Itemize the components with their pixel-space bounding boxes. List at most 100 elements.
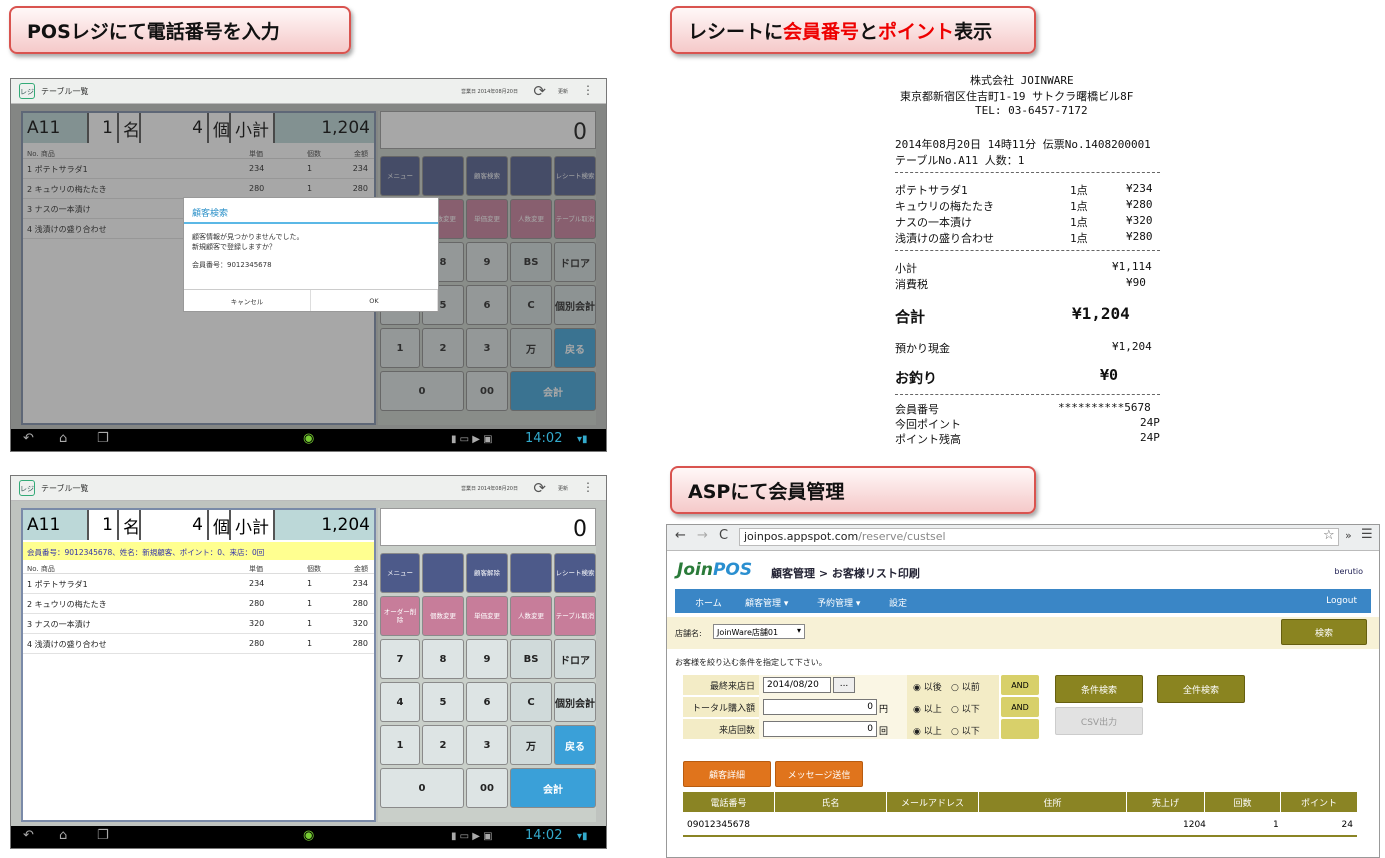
key-2[interactable]: 2 xyxy=(422,725,464,765)
launcher-icon[interactable]: ◉ xyxy=(303,828,314,843)
search-button[interactable]: 検索 xyxy=(1281,619,1367,645)
csv-export-button[interactable]: CSV出力 xyxy=(1055,707,1143,735)
table-row[interactable]: 1 ポテトサラダ1 234 1 234 xyxy=(23,574,374,594)
amount-display: 0 xyxy=(380,508,596,546)
table-cancel-button[interactable]: テーブル取消 xyxy=(554,596,596,636)
key-5[interactable]: 5 xyxy=(422,682,464,722)
cancel-button[interactable]: キャンセル xyxy=(184,290,311,311)
back-icon[interactable]: ↶ xyxy=(23,431,34,446)
blank-key[interactable] xyxy=(422,553,464,593)
recent-apps-icon[interactable]: ❐ xyxy=(97,431,109,446)
menu-icon[interactable]: ⋮ xyxy=(582,480,594,494)
joinpos-logo[interactable]: JoinPOS xyxy=(677,560,752,580)
nav-home[interactable]: ホーム xyxy=(695,596,722,609)
key-9[interactable]: 9 xyxy=(466,639,508,679)
cell-sales: 1204 xyxy=(1183,820,1206,830)
reload-icon[interactable]: C xyxy=(719,528,728,543)
clear-key[interactable]: C xyxy=(510,682,552,722)
visit-count-input[interactable]: 0 xyxy=(763,721,877,737)
radio-below[interactable]: ○ 以下 xyxy=(951,702,980,715)
table-row[interactable]: 2 キュウリの梅たたき 280 1 280 xyxy=(23,594,374,614)
refresh-icon[interactable]: ⟳ xyxy=(533,82,546,100)
qty-change-button[interactable]: 個数変更 xyxy=(422,596,464,636)
key-4[interactable]: 4 xyxy=(380,682,420,722)
key-0[interactable]: 0 xyxy=(380,768,464,808)
radio-after[interactable]: ◉ 以後 xyxy=(913,680,942,693)
customer-detail-button[interactable]: 顧客詳細 xyxy=(683,761,771,787)
drawer-key[interactable]: ドロア xyxy=(554,639,596,679)
backspace-key[interactable]: BS xyxy=(510,639,552,679)
update-button[interactable]: 更新 xyxy=(558,485,568,492)
receipt-item-qty: 1点 xyxy=(1070,232,1088,245)
order-delete-button[interactable]: オーダー削除 xyxy=(380,596,420,636)
radio-before[interactable]: ○ 以前 xyxy=(951,680,980,693)
key-1[interactable]: 1 xyxy=(380,725,420,765)
all-search-button[interactable]: 全件検索 xyxy=(1157,675,1245,703)
dialog-message-line: 顧客情報が見つかりませんでした。 xyxy=(192,233,304,241)
customer-search-dialog: 顧客検索 顧客情報が見つかりませんでした。 新規顧客で登録しますか？ 会員番号：9… xyxy=(183,197,439,312)
back-key[interactable]: 戻る xyxy=(554,725,596,765)
send-message-button[interactable]: メッセージ送信 xyxy=(775,761,863,787)
cell: 1 xyxy=(307,599,313,608)
store-select[interactable]: JoinWare店舗01 ▾ xyxy=(713,624,805,639)
key-3[interactable]: 3 xyxy=(466,725,508,765)
refresh-icon[interactable]: ⟳ xyxy=(533,479,546,497)
logout-link[interactable]: Logout xyxy=(1326,596,1357,606)
update-button[interactable]: 更新 xyxy=(558,88,568,95)
bookmark-star-icon[interactable]: ☆ xyxy=(1323,528,1335,543)
ok-button[interactable]: OK xyxy=(311,290,438,311)
chrome-menu-icon[interactable]: ☰ xyxy=(1361,527,1373,542)
and-toggle-blank[interactable] xyxy=(1001,719,1039,739)
business-date: 営業日 2014年08月20日 xyxy=(460,486,518,492)
total-purchase-input[interactable]: 0 xyxy=(763,699,877,715)
forward-arrow-icon[interactable]: → xyxy=(697,528,708,543)
radio-above[interactable]: ◉ 以上 xyxy=(913,702,942,715)
home-icon[interactable]: ⌂ xyxy=(59,431,67,446)
blank-key[interactable] xyxy=(510,553,552,593)
key-6[interactable]: 6 xyxy=(466,682,508,722)
col-item: No. 商品 xyxy=(27,565,55,573)
and-toggle[interactable]: AND xyxy=(1001,697,1039,717)
split-bill-key[interactable]: 個別会計 xyxy=(554,682,596,722)
nav-reservation[interactable]: 予約管理 ▾ xyxy=(817,596,860,609)
home-icon[interactable]: ⌂ xyxy=(59,828,67,843)
menu-button[interactable]: メニュー xyxy=(380,553,420,593)
price-change-button[interactable]: 単価変更 xyxy=(466,596,508,636)
and-toggle[interactable]: AND xyxy=(1001,675,1039,695)
address-bar[interactable]: joinpos.appspot.com/reserve/custsel xyxy=(739,528,1339,546)
back-arrow-icon[interactable]: ← xyxy=(675,528,686,543)
key-8[interactable]: 8 xyxy=(422,639,464,679)
system-nav-bar: ↶ ⌂ ❐ ◉ ▮ ▭ ▶ ▣ 14:02 ▾▮ xyxy=(11,429,606,451)
table-row[interactable]: 09012345678 1204 1 24 xyxy=(683,813,1357,837)
receipt-search-button[interactable]: レシート検索 xyxy=(554,553,596,593)
extensions-icon[interactable]: » xyxy=(1345,529,1352,542)
key-00[interactable]: 00 xyxy=(466,768,508,808)
launcher-icon[interactable]: ◉ xyxy=(303,431,314,446)
condition-search-button[interactable]: 条件検索 xyxy=(1055,675,1143,703)
receipt-item: 浅漬けの盛り合わせ xyxy=(895,232,994,245)
pos-tablet-top: レジ テーブル一覧 営業日 2014年08月20日 ⟳ 更新 ⋮ A11 1 名… xyxy=(10,78,607,452)
radio-below[interactable]: ○ 以下 xyxy=(951,724,980,737)
key-7[interactable]: 7 xyxy=(380,639,420,679)
recent-apps-icon[interactable]: ❐ xyxy=(97,828,109,843)
nav-settings[interactable]: 設定 xyxy=(889,596,907,609)
label-pos-input: POSレジにて電話番号を入力 xyxy=(9,6,351,54)
logo-pos: POS xyxy=(712,560,753,580)
table-row[interactable]: 4 浅漬けの盛り合わせ 280 1 280 xyxy=(23,634,374,654)
yen-unit: 円 xyxy=(879,705,889,715)
nav-customer-management[interactable]: 顧客管理 ▾ xyxy=(745,596,788,609)
business-date: 営業日 2014年08月20日 xyxy=(460,89,518,95)
back-icon[interactable]: ↶ xyxy=(23,828,34,843)
table-row[interactable]: 3 ナスの一本漬け 320 1 320 xyxy=(23,614,374,634)
checkout-key[interactable]: 会計 xyxy=(510,768,596,808)
man-key[interactable]: 万 xyxy=(510,725,552,765)
people-change-button[interactable]: 人数変更 xyxy=(510,596,552,636)
last-visit-date-input[interactable]: 2014/08/20 xyxy=(763,677,831,693)
title: テーブル一覧 xyxy=(41,484,89,493)
total-purchase-label: トータル購入額 xyxy=(683,697,759,717)
customer-release-button[interactable]: 顧客解除 xyxy=(466,553,508,593)
radio-above[interactable]: ◉ 以上 xyxy=(913,724,942,737)
date-picker-button[interactable]: ... xyxy=(833,677,855,693)
menu-icon[interactable]: ⋮ xyxy=(582,83,594,97)
username: berutio xyxy=(1334,567,1363,576)
